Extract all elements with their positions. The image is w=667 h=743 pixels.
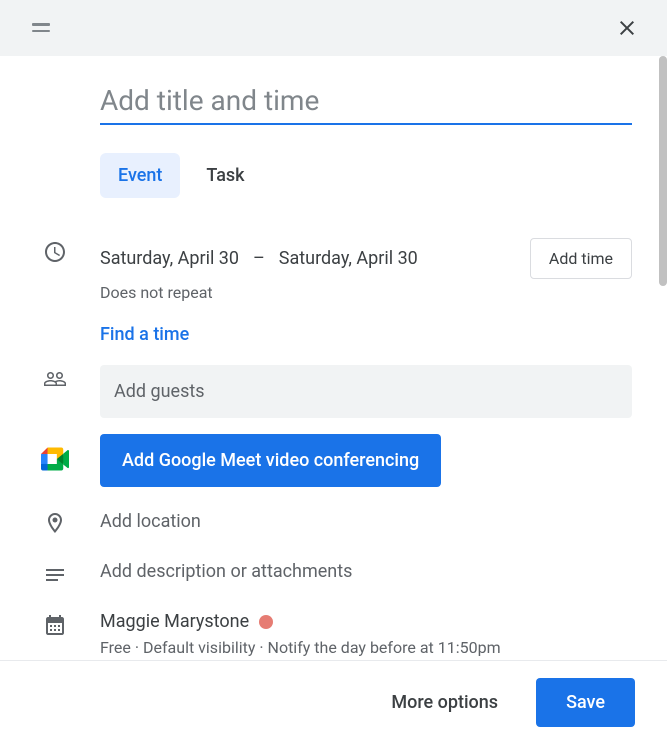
tab-event[interactable]: Event [100,153,180,198]
footer: More options Save [0,660,667,743]
people-icon [43,367,67,391]
calendar-icon [43,613,67,637]
close-button[interactable] [607,8,647,48]
description-icon [43,563,67,587]
location-label: Add location [100,509,632,534]
location-icon [43,511,67,535]
meet-row: Add Google Meet video conferencing [0,434,667,487]
date-row: Saturday, April 30 – Saturday, April 30 … [0,238,667,345]
google-meet-icon [41,447,69,471]
clock-icon [43,240,67,264]
repeat-text[interactable]: Does not repeat [100,283,632,302]
calendar-details: Free · Default visibility · Notify the d… [100,638,632,657]
guests-input[interactable] [100,365,632,418]
drag-handle-icon[interactable] [20,23,50,32]
dialog-content: Event Task Saturday, April 30 – Saturday… [0,56,667,660]
tab-task[interactable]: Task [188,153,262,198]
description-row[interactable]: Add description or attachments [0,559,667,587]
more-options-button[interactable]: More options [377,682,512,723]
calendar-name: Maggie Marystone [100,611,249,632]
dialog-header [0,0,667,56]
calendar-color-dot [259,615,273,629]
close-icon [615,16,639,40]
save-button[interactable]: Save [536,678,635,727]
guests-row [0,365,667,418]
date-end[interactable]: Saturday, April 30 [279,248,418,269]
add-time-button[interactable]: Add time [530,238,632,279]
date-start[interactable]: Saturday, April 30 [100,248,239,269]
add-meet-button[interactable]: Add Google Meet video conferencing [100,434,441,487]
scrollbar[interactable] [659,56,667,286]
calendar-row[interactable]: Maggie Marystone Free · Default visibili… [0,611,667,657]
title-input[interactable] [100,80,632,125]
find-time-link[interactable]: Find a time [100,324,632,345]
location-row[interactable]: Add location [0,509,667,535]
tabs: Event Task [0,153,667,198]
date-separator: – [243,248,275,269]
description-label: Add description or attachments [100,559,632,584]
